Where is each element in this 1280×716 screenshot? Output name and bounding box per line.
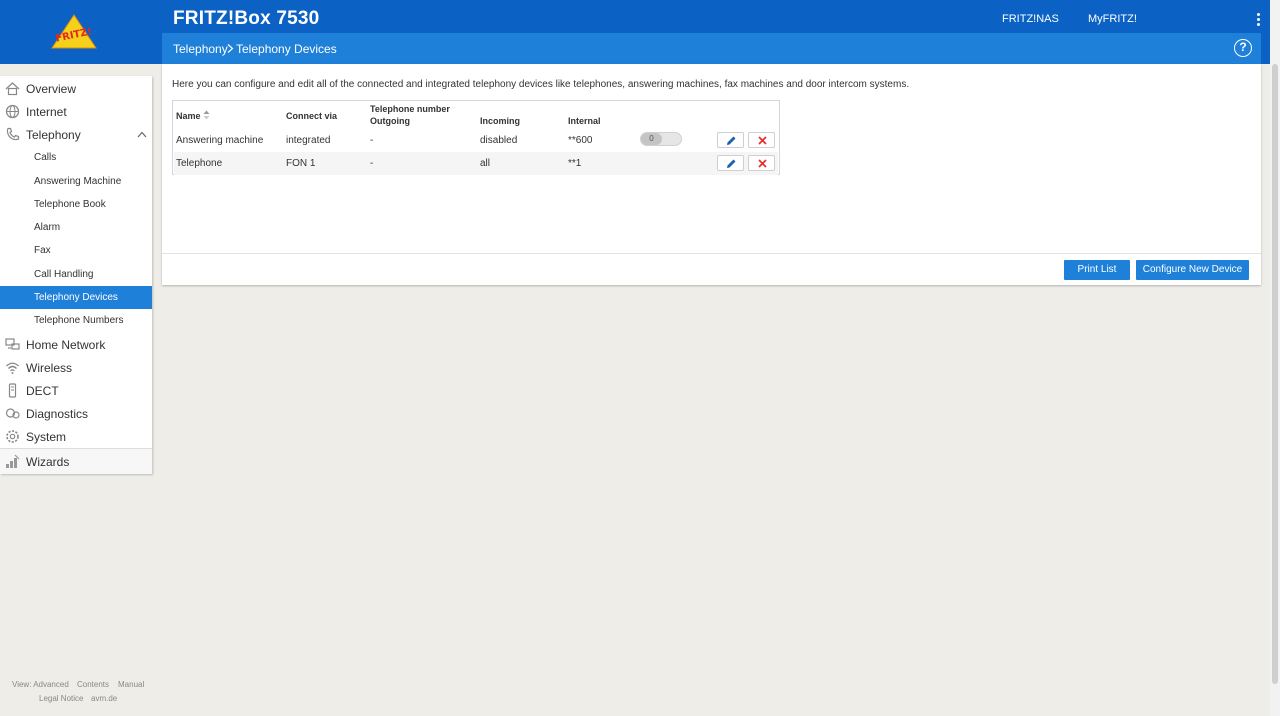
sort-icon[interactable] [203, 110, 210, 120]
sidebar-item-label: System [26, 430, 67, 444]
sidebar-sub-calls[interactable]: Calls [0, 146, 152, 169]
delete-button[interactable] [748, 132, 775, 148]
sidebar-item-telephony[interactable]: Telephony [0, 123, 152, 146]
sidebar: Overview Internet Telephony Calls Answer… [0, 76, 152, 474]
sidebar-sub-alarm[interactable]: Alarm [0, 216, 152, 239]
sidebar-item-overview[interactable]: Overview [0, 77, 152, 100]
diagnostics-icon [5, 408, 20, 419]
column-header-outgoing: Outgoing [370, 116, 410, 126]
cell-outgoing: - [370, 158, 374, 169]
breadcrumb-current: Telephony Devices [236, 42, 337, 56]
cell-internal: **600 [568, 135, 593, 146]
globe-icon [5, 104, 20, 119]
sidebar-sub-telephony-devices[interactable]: Telephony Devices [0, 286, 152, 309]
close-icon [758, 159, 767, 168]
breadcrumb: Telephony Telephony Devices ? [162, 33, 1261, 64]
sidebar-item-label: Wizards [26, 455, 70, 469]
column-header-internal: Internal [568, 116, 601, 126]
scrollbar-thumb[interactable] [1272, 64, 1278, 684]
sidebar-item-dect[interactable]: DECT [0, 379, 152, 402]
help-icon[interactable]: ? [1234, 39, 1252, 57]
sidebar-item-label: DECT [26, 384, 59, 398]
cell-incoming: all [480, 158, 491, 169]
table-row: Answering machine integrated - disabled … [174, 129, 778, 152]
sidebar-sub-telephone-numbers[interactable]: Telephone Numbers [0, 309, 152, 332]
edit-button[interactable] [717, 155, 744, 171]
cell-name: Telephone [176, 158, 223, 169]
answering-machine-toggle[interactable]: 0 [640, 132, 682, 146]
cell-outgoing: - [370, 135, 374, 146]
column-header-telephone-number: Telephone number [370, 104, 450, 114]
sidebar-item-system[interactable]: System [0, 425, 152, 448]
myfritz-link[interactable]: MyFRITZ! [1088, 13, 1137, 25]
edit-button[interactable] [717, 132, 744, 148]
pencil-icon [727, 159, 736, 168]
sidebar-item-home-network[interactable]: Home Network [0, 333, 152, 356]
sidebar-item-internet[interactable]: Internet [0, 100, 152, 123]
home-icon [5, 82, 20, 96]
sidebar-sub-telephone-book[interactable]: Telephone Book [0, 193, 152, 216]
print-list-button[interactable]: Print List [1064, 260, 1130, 280]
devices-table: Name Connect via Telephone number Outgoi… [172, 100, 780, 175]
close-icon [758, 136, 767, 145]
contents-link[interactable]: Contents [77, 680, 109, 689]
configure-new-device-button[interactable]: Configure New Device [1136, 260, 1249, 280]
content-panel: Here you can configure and edit all of t… [162, 64, 1261, 285]
cell-connect-via: FON 1 [286, 158, 316, 169]
sidebar-item-wireless[interactable]: Wireless [0, 356, 152, 379]
sidebar-item-label: Internet [26, 105, 67, 119]
pencil-icon [727, 136, 736, 145]
chevron-up-icon[interactable] [137, 131, 147, 138]
column-header-name[interactable]: Name [176, 110, 210, 121]
cell-internal: **1 [568, 158, 582, 169]
breadcrumb-telephony[interactable]: Telephony [173, 42, 228, 56]
table-row: Telephone FON 1 - all **1 [174, 152, 778, 175]
content-divider [162, 253, 1261, 254]
more-menu-icon[interactable] [1252, 12, 1264, 28]
legal-notice-link[interactable]: Legal Notice [39, 694, 83, 703]
cell-incoming: disabled [480, 135, 518, 146]
logo-area: FRITZ! [0, 0, 162, 64]
sidebar-item-label: Overview [26, 82, 77, 96]
sidebar-item-wizards[interactable]: Wizards [0, 450, 152, 473]
delete-button[interactable] [748, 155, 775, 171]
system-icon [6, 430, 19, 443]
column-header-incoming: Incoming [480, 116, 520, 126]
product-title: FRITZ!Box 7530 [173, 8, 320, 29]
phone-icon [6, 127, 20, 141]
sidebar-item-label: Diagnostics [26, 407, 89, 421]
cell-name: Answering machine [176, 135, 264, 146]
sidebar-item-label: Home Network [26, 338, 106, 352]
wizards-icon [6, 454, 20, 468]
chevron-right-icon [227, 44, 234, 53]
sidebar-item-diagnostics[interactable]: Diagnostics [0, 402, 152, 425]
wifi-icon [6, 362, 19, 374]
sidebar-sub-call-handling[interactable]: Call Handling [0, 263, 152, 286]
sidebar-sub-fax[interactable]: Fax [0, 239, 152, 262]
sidebar-item-label: Wireless [26, 361, 73, 375]
manual-link[interactable]: Manual [118, 680, 144, 689]
cell-connect-via: integrated [286, 135, 331, 146]
fritz-logo-icon[interactable]: FRITZ! [51, 14, 97, 50]
toggle-knob: 0 [641, 133, 662, 145]
dect-icon [8, 383, 17, 398]
sidebar-item-label: Telephony [26, 128, 81, 142]
column-header-connect-via: Connect via [286, 111, 338, 121]
fritz-nas-link[interactable]: FRITZ!NAS [1002, 13, 1059, 25]
network-icon [5, 338, 20, 350]
sidebar-sub-answering-machine[interactable]: Answering Machine [0, 170, 152, 193]
view-mode-link[interactable]: View: Advanced [12, 680, 69, 689]
intro-text: Here you can configure and edit all of t… [172, 79, 910, 90]
avm-link[interactable]: avm.de [91, 694, 117, 703]
